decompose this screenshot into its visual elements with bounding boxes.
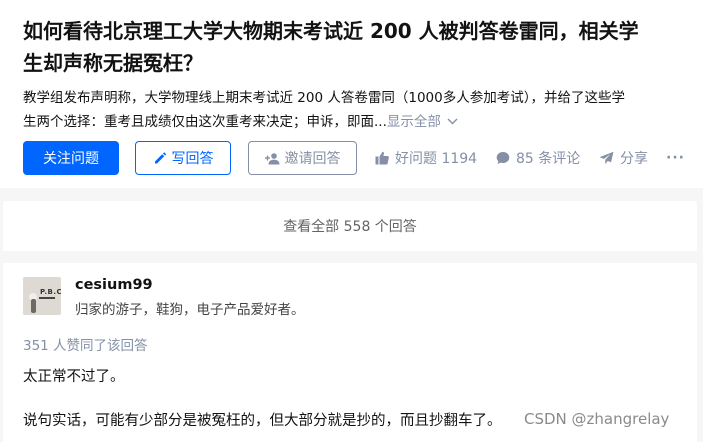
show-all-button[interactable]: 显示全部 [387,114,458,130]
question-card: 如何看待北京理工大学大物期末考试近 200 人被判答卷雷同，相关学 生却声称无据… [0,0,703,188]
view-all-answers-label[interactable]: 查看全部 558 个回答 [283,216,417,236]
write-answer-button[interactable]: 写回答 [135,141,231,175]
question-actions: 关注问题 写回答 邀请回答 好问题 1194 85 条评论 分享 ··· [23,141,703,175]
invite-answer-button[interactable]: 邀请回答 [248,141,357,175]
vote-count: 351 人赞同了该回答 [23,338,148,354]
pencil-icon [153,151,167,165]
good-question-label[interactable]: 好问题 1194 [395,148,477,168]
avatar-figure-body [31,299,36,313]
show-all-label[interactable]: 显示全部 [387,114,441,130]
more-icon[interactable]: ··· [666,150,685,166]
question-title[interactable]: 如何看待北京理工大学大物期末考试近 200 人被判答卷雷同，相关学 生却声称无据… [23,15,703,79]
avatar[interactable]: P.B.C [23,277,61,315]
avatar-bar [39,297,55,299]
question-detail-line1: 教学组发布声明称，大学物理线上期末考试近 200 人答卷雷同（1000多人参加考… [23,90,625,106]
share-label[interactable]: 分享 [620,148,648,168]
good-question-button[interactable]: 好问题 1194 [375,141,477,175]
follow-question-label[interactable]: 关注问题 [43,148,99,168]
answer-paragraph: 太正常不过了。 [23,369,125,385]
add-user-icon [264,152,280,165]
comment-icon [496,151,510,165]
author-name[interactable]: cesium99 [75,277,153,293]
comments-button[interactable]: 85 条评论 [496,141,580,175]
more-button[interactable]: ··· [666,141,685,175]
question-detail: 教学组发布声明称，大学物理线上期末考试近 200 人答卷雷同（1000多人参加考… [23,86,703,135]
watermark: CSDN @zhangrelay [524,410,670,428]
comments-label[interactable]: 85 条评论 [516,148,580,168]
question-title-line1[interactable]: 如何看待北京理工大学大物期末考试近 200 人被判答卷雷同，相关学 [23,15,703,47]
question-detail-line2-text: 生两个选择：重考且成绩仅由这次重考来决定；申诉，即面... [23,114,387,130]
follow-question-button[interactable]: 关注问题 [23,141,119,175]
thumb-up-icon [375,151,389,165]
question-title-line2[interactable]: 生却声称无据冤枉？ [23,47,703,79]
write-answer-label[interactable]: 写回答 [172,148,214,168]
share-button[interactable]: 分享 [599,141,648,175]
answer-paragraph: 说句实话，可能有少部分是被冤枉的，但大部分就是抄的，而且抄翻车了。 [23,413,502,429]
author-bio: 归家的游子，鞋狗，电子产品爱好者。 [75,302,305,318]
question-detail-line2: 生两个选择：重考且成绩仅由这次重考来决定；申诉，即面...显示全部 [23,110,703,135]
view-all-answers-button[interactable]: 查看全部 558 个回答 [3,201,697,251]
chevron-down-icon [447,110,458,134]
avatar-logo-text: P.B.C [40,288,61,296]
share-icon [599,151,614,165]
invite-answer-label[interactable]: 邀请回答 [285,148,341,168]
